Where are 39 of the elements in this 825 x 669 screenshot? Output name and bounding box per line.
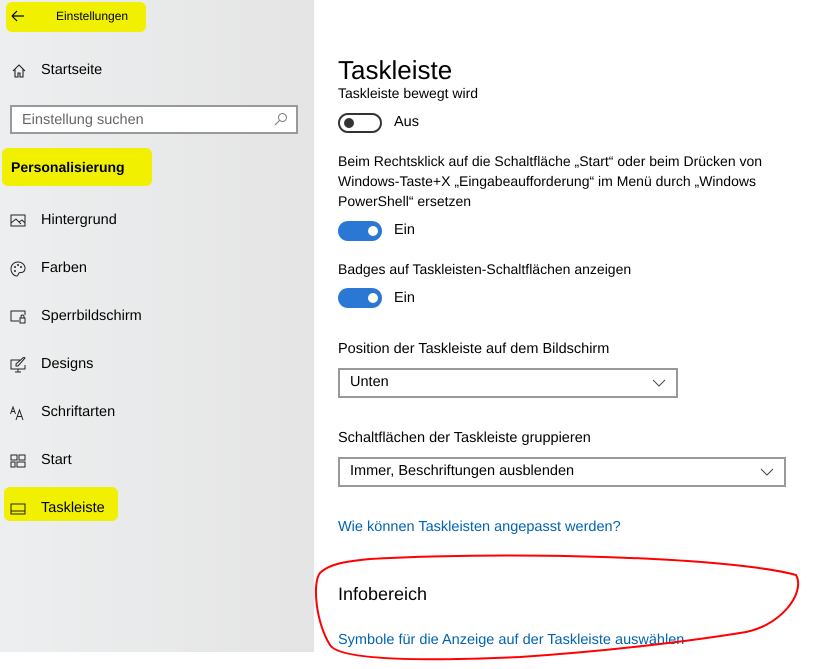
- lock-screen-icon: [10, 309, 26, 325]
- setting-label: Schaltflächen der Taskleiste gruppieren: [338, 429, 592, 448]
- monitor-brush-icon: [10, 357, 26, 373]
- search-field[interactable]: Einstellung suchen: [10, 105, 298, 134]
- section-heading: Personalisierung: [11, 158, 125, 176]
- home-link[interactable]: Startseite: [41, 60, 102, 82]
- nav-item[interactable]: Schriftarten: [41, 402, 116, 424]
- nav-item[interactable]: Start: [41, 450, 72, 472]
- font-icon: [10, 405, 26, 421]
- toggle-state: Ein: [394, 288, 415, 308]
- toggle-state: Aus: [394, 113, 419, 132]
- nav-item[interactable]: Designs: [41, 354, 94, 376]
- help-link[interactable]: Wie können Taskleisten angepasst werden?: [338, 517, 621, 539]
- nav-item[interactable]: Farben: [41, 258, 87, 280]
- nav-item[interactable]: Taskleiste: [41, 498, 105, 520]
- window-title: Einstellungen: [56, 8, 128, 25]
- picture-icon: [10, 213, 26, 229]
- setting-label: Beim Rechtsklick auf die Schaltfläche „Start“ oder beim Drücken von Windows-Taste+X „Eingabeaufforderung“ im Menü durch „Windows PowerShell“ ersetzen: [338, 152, 763, 211]
- setting-label: Badges auf Taskleisten-Schaltflächen anzeigen: [338, 260, 632, 278]
- tiles-icon: [10, 453, 26, 469]
- back-arrow-icon[interactable]: [11, 10, 25, 22]
- chevron-down-icon: [652, 379, 666, 388]
- toggle-switch[interactable]: [338, 288, 382, 308]
- toggle-switch[interactable]: [338, 112, 382, 133]
- chevron-down-icon: [760, 468, 774, 476]
- setting-label: Position der Taskleiste auf dem Bildschirm: [338, 340, 610, 360]
- toggle-state: Ein: [394, 220, 415, 240]
- nav-item[interactable]: Sperrbildschirm: [41, 306, 142, 328]
- home-icon: [11, 63, 27, 79]
- nav-item[interactable]: Hintergrund: [41, 210, 117, 232]
- search-icon: [274, 112, 288, 126]
- dropdown[interactable]: Unten: [338, 368, 678, 398]
- toggle-switch[interactable]: [338, 220, 382, 241]
- section-heading: Infobereich: [338, 583, 428, 606]
- page-title: Taskleiste: [338, 54, 454, 87]
- dropdown[interactable]: Immer, Beschriftungen ausblenden: [338, 457, 786, 488]
- setting-label: Taskleiste bewegt wird: [338, 84, 480, 103]
- taskbar-icon: [10, 501, 26, 517]
- palette-icon: [10, 261, 26, 277]
